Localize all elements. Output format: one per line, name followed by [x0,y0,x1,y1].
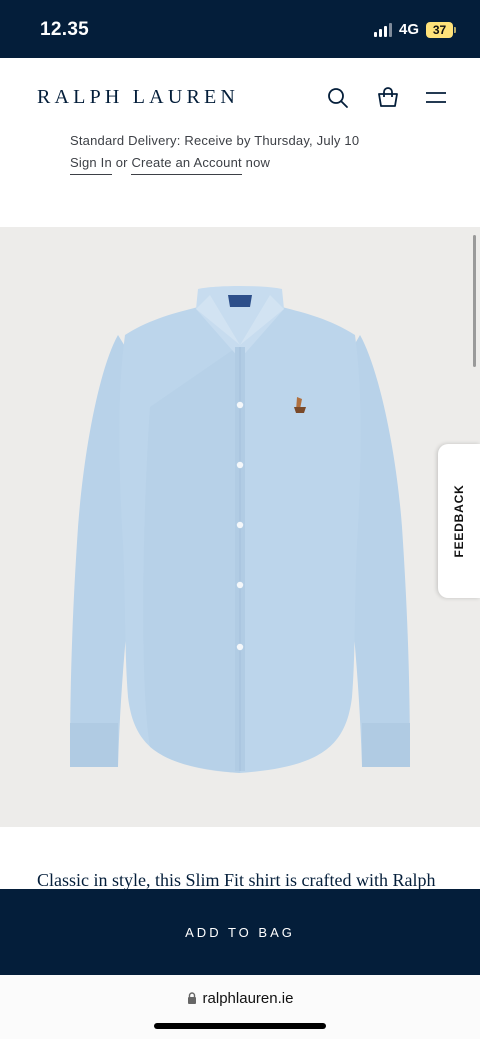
product-image-carousel[interactable] [0,227,480,827]
status-bar: 12.35 4G 37 [0,0,480,58]
add-to-bag-button[interactable]: ADD TO BAG [0,889,480,975]
status-indicators: 4G 37 [373,21,456,38]
account-now-text: now [245,155,271,170]
shopping-bag-icon[interactable] [376,86,400,110]
site-header: RALPH LAUREN [0,58,480,138]
feedback-label: FEEDBACK [452,484,466,558]
feedback-tab[interactable]: FEEDBACK [438,444,480,598]
network-type: 4G [398,21,419,38]
status-time: 12.35 [40,19,90,40]
url-display[interactable]: ralphlauren.ie [0,990,480,1007]
battery-level: 37 [426,21,453,38]
account-prompt: Sign In or Create an Account now [70,155,271,175]
brand-logo[interactable]: RALPH LAUREN [37,86,239,109]
sign-in-link[interactable]: Sign In [70,155,112,175]
product-description: Classic in style, this Slim Fit shirt is… [37,870,436,890]
search-icon[interactable] [326,86,350,110]
shirt-product-image[interactable] [0,227,480,827]
browser-url-bar[interactable]: ralphlauren.ie [0,975,480,1039]
cellular-signal-icon [373,22,392,37]
menu-icon[interactable] [425,86,447,110]
delivery-info: Standard Delivery: Receive by Thursday, … [70,133,360,148]
battery-icon: 37 [426,21,456,38]
scrollbar[interactable] [473,235,476,367]
url-text: ralphlauren.ie [202,990,294,1007]
home-indicator [154,1023,326,1029]
lock-icon [187,992,196,1004]
create-account-link[interactable]: Create an Account [131,155,242,175]
account-or-text: or [115,155,128,170]
